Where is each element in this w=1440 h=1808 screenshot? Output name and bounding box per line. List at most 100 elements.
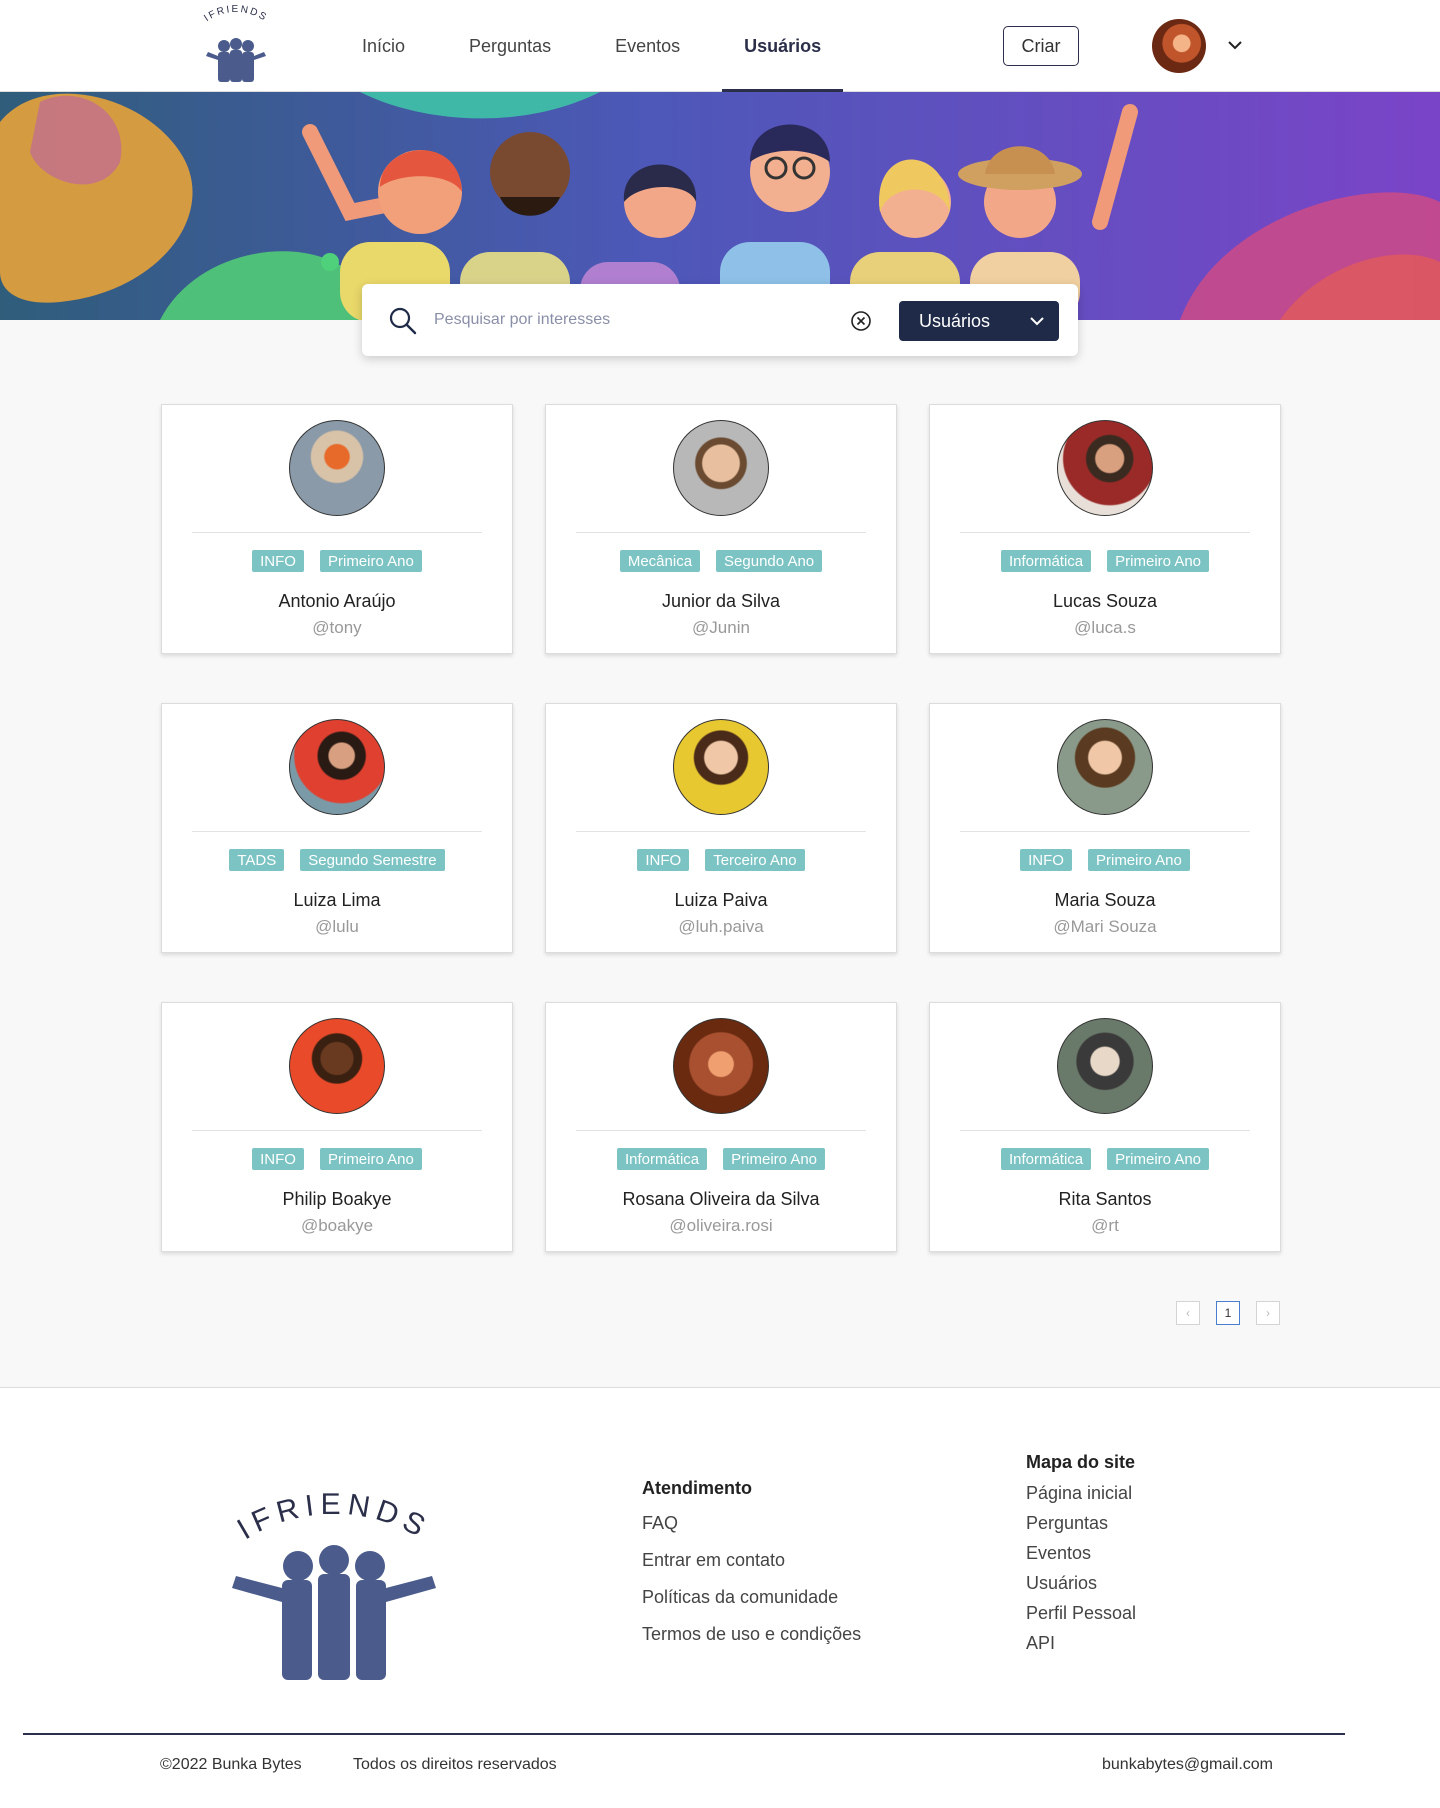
footer-link-events[interactable]: Eventos	[1026, 1543, 1136, 1564]
next-page-button[interactable]: ›	[1256, 1301, 1280, 1325]
footer-support: Atendimento FAQ Entrar em contato Políti…	[642, 1478, 861, 1661]
interest-tag[interactable]: INFO	[252, 550, 304, 572]
footer-link-faq[interactable]: FAQ	[642, 1513, 861, 1534]
user-tags: INFO Primeiro Ano	[162, 1148, 512, 1170]
card-divider	[192, 532, 482, 533]
interest-tag[interactable]: Informática	[1000, 1148, 1092, 1170]
card-divider	[576, 831, 866, 832]
user-avatar[interactable]	[673, 420, 769, 516]
user-tags: Mecânica Segundo Ano	[546, 550, 896, 572]
interest-tag[interactable]: Primeiro Ano	[319, 550, 422, 572]
interest-tag[interactable]: TADS	[229, 849, 285, 871]
user-handle: @lulu	[315, 917, 359, 936]
prev-page-button[interactable]: ‹	[1176, 1301, 1200, 1325]
footer-link-home[interactable]: Página inicial	[1026, 1483, 1136, 1504]
nav-inicio[interactable]: Início	[340, 0, 427, 92]
interest-tag[interactable]: Informática	[1000, 550, 1092, 572]
rights-text: Todos os direitos reservados	[353, 1756, 557, 1773]
ifriends-logo[interactable]: IFRIENDS	[172, 2, 300, 90]
user-avatar[interactable]	[673, 1018, 769, 1114]
user-name[interactable]: Philip Boakye	[162, 1189, 512, 1210]
search-input[interactable]	[434, 304, 834, 336]
nav-eventos[interactable]: Eventos	[593, 0, 702, 92]
user-tags: INFO Primeiro Ano	[930, 849, 1280, 871]
user-tags: INFO Terceiro Ano	[546, 849, 896, 871]
footer-link-contact[interactable]: Entrar em contato	[642, 1550, 861, 1571]
footer-link-profile[interactable]: Perfil Pessoal	[1026, 1603, 1136, 1624]
nav-usuarios[interactable]: Usuários	[722, 0, 844, 92]
interest-tag[interactable]: Primeiro Ano	[1107, 1148, 1210, 1170]
interest-tag[interactable]: INFO	[1020, 849, 1072, 871]
user-avatar[interactable]	[1057, 1018, 1153, 1114]
footer-link-questions[interactable]: Perguntas	[1026, 1513, 1136, 1534]
footer-link-terms[interactable]: Termos de uso e condições	[642, 1624, 861, 1645]
user-handle: @oliveira.rosi	[669, 1216, 773, 1235]
user-card[interactable]: INFO Primeiro Ano Maria Souza @Mari Souza	[929, 703, 1281, 953]
search-type-label: Usuários	[919, 310, 991, 331]
user-name[interactable]: Luiza Lima	[162, 890, 512, 911]
user-card[interactable]: Informática Primeiro Ano Rosana Oliveira d…	[545, 1002, 897, 1252]
user-card[interactable]: TADS Segundo Semestre Luiza Lima @lulu	[161, 703, 513, 953]
card-divider	[960, 831, 1250, 832]
user-card[interactable]: INFO Primeiro Ano Antonio Araújo @tony	[161, 404, 513, 654]
user-name[interactable]: Rosana Oliveira da Silva	[546, 1189, 896, 1210]
user-avatar[interactable]	[1057, 420, 1153, 516]
user-avatar[interactable]	[289, 1018, 385, 1114]
card-divider	[192, 1130, 482, 1131]
interest-tag[interactable]: Segundo Ano	[716, 550, 823, 572]
footer-link-api[interactable]: API	[1026, 1633, 1136, 1654]
user-avatar[interactable]	[673, 719, 769, 815]
interest-tag[interactable]: Mecânica	[619, 550, 701, 572]
user-avatar[interactable]	[1057, 719, 1153, 815]
footer-sitemap: Mapa do site Página inicial Perguntas Ev…	[1026, 1452, 1136, 1663]
user-name[interactable]: Junior da Silva	[546, 591, 896, 612]
search-icon[interactable]	[388, 306, 418, 336]
user-card[interactable]: Informática Primeiro Ano Lucas Souza @luca.…	[929, 404, 1281, 654]
contact-email[interactable]: bunkabytes@gmail.com	[1102, 1756, 1273, 1774]
user-avatar[interactable]	[1152, 19, 1206, 73]
user-name[interactable]: Lucas Souza	[930, 591, 1280, 612]
user-card[interactable]: INFO Primeiro Ano Philip Boakye @boakye	[161, 1002, 513, 1252]
create-button[interactable]: Criar	[1003, 26, 1079, 66]
interest-tag[interactable]: Primeiro Ano	[319, 1148, 422, 1170]
footer-divider	[23, 1733, 1345, 1735]
interest-tag[interactable]: INFO	[252, 1148, 304, 1170]
svg-text:IFRIENDS: IFRIENDS	[202, 4, 269, 24]
footer-sitemap-title: Mapa do site	[1026, 1452, 1136, 1472]
user-card[interactable]: Mecânica Segundo Ano Junior da Silva @Junin	[545, 404, 897, 654]
interest-tag[interactable]: Informática	[616, 1148, 708, 1170]
user-card[interactable]: Informática Primeiro Ano Rita Santos @rt	[929, 1002, 1281, 1252]
card-divider	[576, 532, 866, 533]
user-handle: @rt	[1091, 1216, 1119, 1235]
user-name[interactable]: Maria Souza	[930, 890, 1280, 911]
interest-tag[interactable]: INFO	[637, 849, 690, 871]
user-name[interactable]: Luiza Paiva	[546, 890, 896, 911]
nav-perguntas[interactable]: Perguntas	[447, 0, 573, 92]
main-nav: Início Perguntas Eventos Usuários	[340, 0, 863, 92]
user-tags: Informática Primeiro Ano	[930, 1148, 1280, 1170]
user-tags: Informática Primeiro Ano	[930, 550, 1280, 572]
page-1-button[interactable]: 1	[1216, 1301, 1240, 1325]
interest-tag[interactable]: Segundo Semestre	[300, 849, 445, 871]
card-divider	[960, 532, 1250, 533]
user-card[interactable]: INFO Terceiro Ano Luiza Paiva @luh.paiva	[545, 703, 897, 953]
user-name[interactable]: Rita Santos	[930, 1189, 1280, 1210]
user-handle: @Mari Souza	[1053, 917, 1157, 936]
interest-tag[interactable]: Primeiro Ano	[723, 1148, 826, 1170]
footer-link-users[interactable]: Usuários	[1026, 1573, 1136, 1594]
chevron-down-icon[interactable]	[1224, 34, 1246, 56]
top-navbar: IFRIENDS Início Perguntas Eventos Usuári…	[0, 0, 1440, 92]
interest-tag[interactable]: Terceiro Ano	[705, 849, 805, 871]
user-handle: @Junin	[692, 618, 750, 637]
interest-tag[interactable]: Primeiro Ano	[1087, 849, 1190, 871]
card-divider	[576, 1130, 866, 1131]
user-handle: @luh.paiva	[678, 917, 764, 936]
user-avatar[interactable]	[289, 719, 385, 815]
interest-tag[interactable]: Primeiro Ano	[1107, 550, 1210, 572]
user-avatar[interactable]	[289, 420, 385, 516]
search-type-select[interactable]: Usuários	[899, 301, 1059, 341]
clear-icon[interactable]	[850, 310, 872, 332]
user-handle: @luca.s	[1074, 618, 1136, 637]
footer-link-policies[interactable]: Políticas da comunidade	[642, 1587, 861, 1608]
user-name[interactable]: Antonio Araújo	[162, 591, 512, 612]
